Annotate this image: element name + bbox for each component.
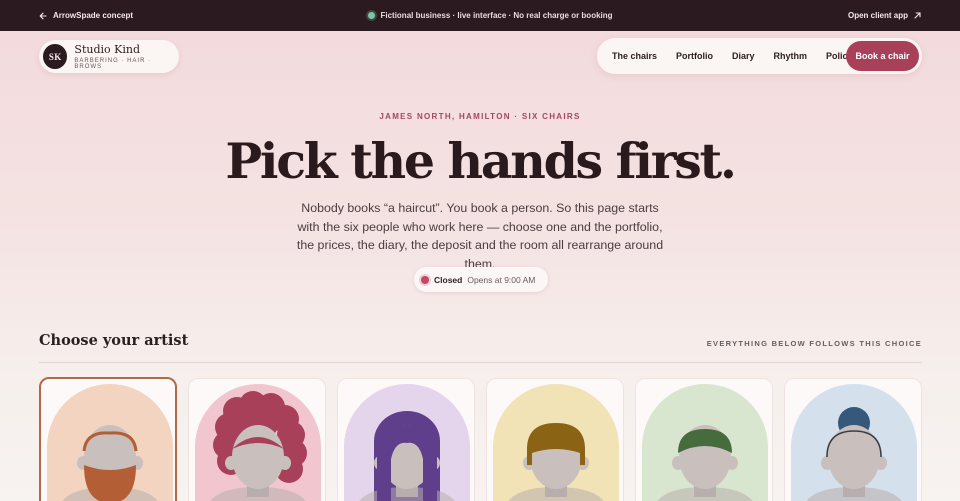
open-client-app-label: Open client app	[847, 11, 908, 20]
brand-tagline: BARBERING · HAIR · BROWS	[74, 57, 152, 70]
back-link-label: ArrowSpade concept	[53, 11, 134, 20]
nav-item-portfolio[interactable]: Portfolio	[676, 51, 713, 61]
artist-portrait	[791, 384, 917, 501]
status-detail: Opens at 9:00 AM	[467, 274, 536, 285]
nav-item-the-chairs[interactable]: The chairs	[612, 51, 657, 61]
artist-portrait	[47, 384, 173, 501]
artist-card[interactable]	[188, 378, 326, 501]
live-dot-icon	[368, 12, 376, 19]
hero-subtext: Nobody books “a haircut”. You book a per…	[296, 201, 664, 271]
opening-status-badge: Closed Opens at 9:00 AM	[414, 267, 548, 292]
artist-portrait	[195, 384, 321, 501]
brand-logo[interactable]: SK Studio Kind BARBERING · HAIR · BROWS	[39, 40, 179, 73]
artist-portrait	[493, 384, 619, 501]
brand-text: Studio Kind BARBERING · HAIR · BROWS	[74, 42, 179, 70]
main-nav: The chairs Portfolio Diary Rhythm Policy…	[597, 38, 922, 74]
section-divider	[39, 362, 922, 363]
nav-item-rhythm[interactable]: Rhythm	[774, 51, 808, 61]
brand-monogram: SK	[43, 44, 68, 69]
demo-notice: Fictional business · live interface · No…	[368, 11, 613, 20]
status-label: Closed	[434, 274, 463, 285]
artist-card[interactable]	[784, 378, 922, 501]
back-link[interactable]: ArrowSpade concept	[39, 11, 133, 20]
brand-name: Studio Kind	[74, 42, 141, 56]
section-title: Choose your artist	[39, 332, 189, 349]
closed-status-dot-icon	[421, 275, 429, 284]
book-a-chair-button[interactable]: Book a chair	[846, 41, 919, 71]
arrow-left-icon	[39, 12, 47, 19]
hero-eyebrow: JAMES NORTH, HAMILTON · SIX CHAIRS	[379, 112, 581, 121]
external-arrow-icon	[914, 12, 921, 19]
top-bar: ArrowSpade concept Fictional business · …	[0, 0, 960, 31]
demo-notice-text: Fictional business · live interface · No…	[380, 11, 613, 20]
open-client-app-link[interactable]: Open client app	[848, 11, 921, 20]
artist-card[interactable]	[39, 377, 177, 501]
artist-portrait	[642, 384, 768, 501]
section-note: EVERYTHING BELOW FOLLOWS THIS CHOICE	[706, 339, 922, 348]
nav-item-diary[interactable]: Diary	[732, 51, 755, 61]
artist-card[interactable]	[635, 378, 773, 501]
hero-headline: Pick the hands first.	[225, 132, 737, 190]
artist-card[interactable]	[337, 378, 475, 501]
artist-portrait	[344, 384, 470, 501]
artist-card[interactable]	[486, 378, 624, 501]
